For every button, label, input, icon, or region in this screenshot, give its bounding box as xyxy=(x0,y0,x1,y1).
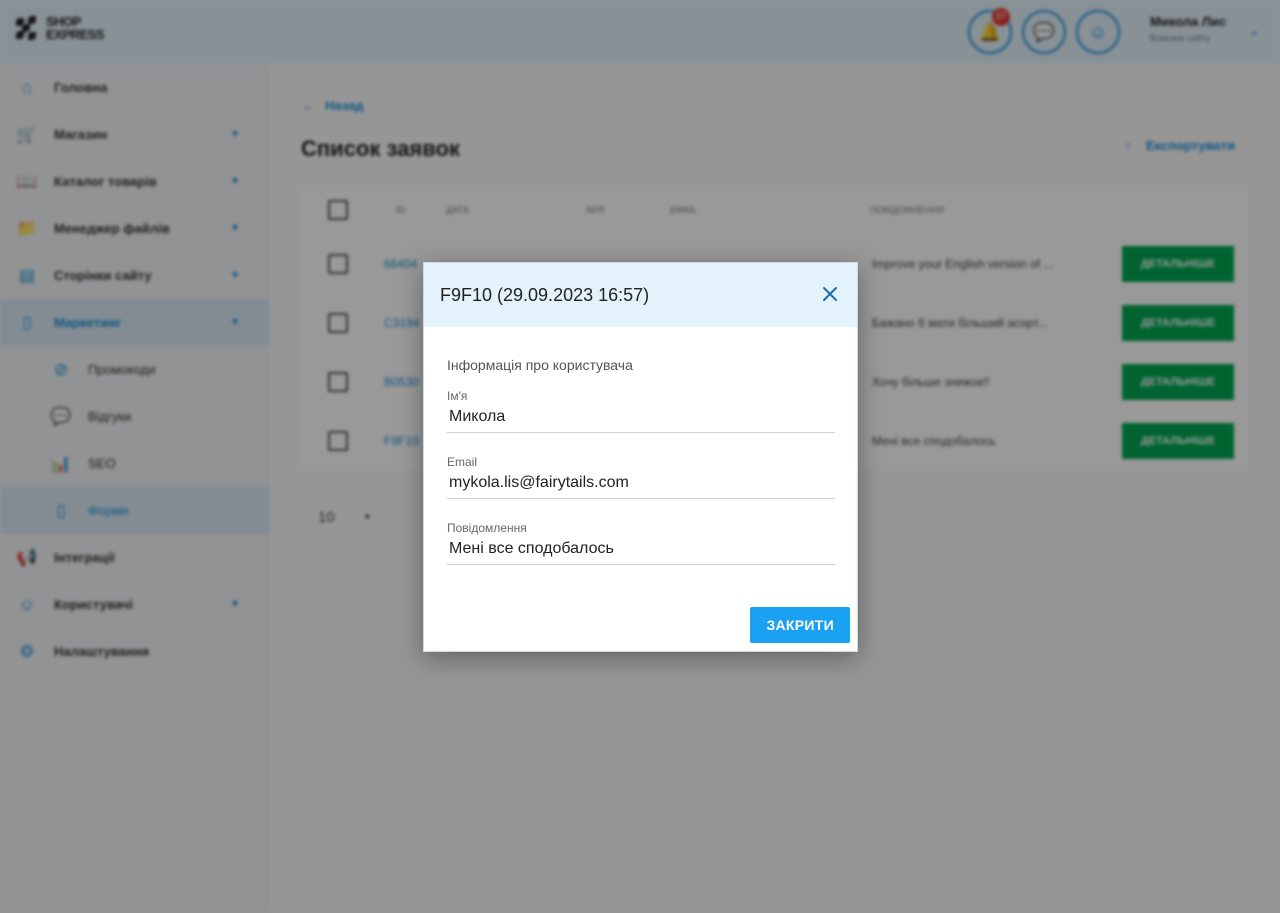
email-field: Email mykola.lis@fairytails.com xyxy=(447,455,835,499)
message-value: Мені все сподобалось xyxy=(447,538,835,565)
message-field: Повідомлення Мені все сподобалось xyxy=(447,521,835,565)
email-value: mykola.lis@fairytails.com xyxy=(447,472,835,499)
name-field: Ім'я Микола xyxy=(447,389,835,433)
section-title: Інформація про користувача xyxy=(447,357,633,373)
close-icon xyxy=(823,287,837,301)
message-label: Повідомлення xyxy=(447,521,527,535)
name-value: Микола xyxy=(447,406,835,433)
request-details-dialog: F9F10 (29.09.2023 16:57) Інформація про … xyxy=(423,262,858,652)
close-button[interactable]: ЗАКРИТИ xyxy=(750,607,850,643)
dialog-body: Інформація про користувача Ім'я Микола E… xyxy=(424,327,857,565)
email-label: Email xyxy=(447,455,478,469)
dialog-title: F9F10 (29.09.2023 16:57) xyxy=(440,284,650,305)
dialog-close-button[interactable] xyxy=(815,279,845,309)
dialog-header: F9F10 (29.09.2023 16:57) xyxy=(424,263,857,327)
name-label: Ім'я xyxy=(447,389,468,403)
dialog-footer: ЗАКРИТИ xyxy=(750,607,850,643)
